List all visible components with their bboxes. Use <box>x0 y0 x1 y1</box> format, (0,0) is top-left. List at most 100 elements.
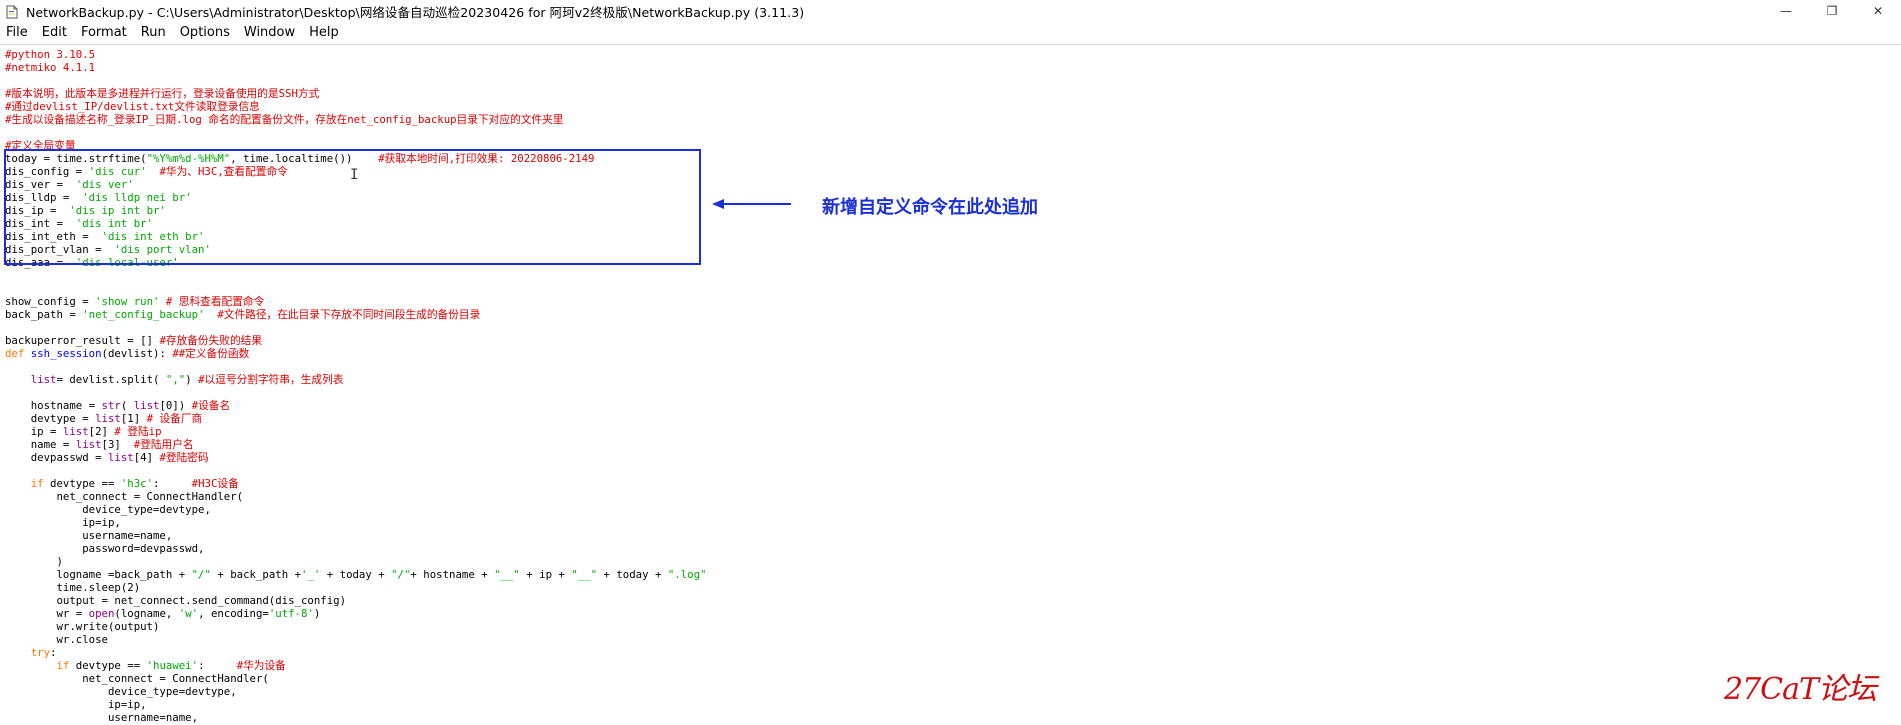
code-token: + today + <box>597 568 668 581</box>
i-beam-cursor-icon: I <box>350 167 359 183</box>
code-token: logname =back_path + <box>5 568 192 581</box>
code-line: device_type=devtype, <box>5 503 211 516</box>
annotation-label: 新增自定义命令在此处追加 <box>822 197 1038 218</box>
code-token: net_connect = ConnectHandler( <box>5 672 269 685</box>
code-token: "/" <box>391 568 411 581</box>
code-token: [4] <box>133 451 160 464</box>
code-token: #存放备份失败的结果 <box>159 334 263 347</box>
code-line: hostname = str( list[0]) #设备名 <box>5 399 230 412</box>
code-token: (devlist): <box>101 347 173 360</box>
code-line: logname =back_path + "/" + back_path +'_… <box>5 568 706 581</box>
python-file-icon <box>5 4 19 19</box>
code-token: # 设备厂商 <box>146 412 203 425</box>
menu-edit[interactable]: Edit <box>35 25 74 40</box>
window-title: NetworkBackup.py - C:\Users\Administrato… <box>26 4 805 20</box>
code-token: [1] <box>120 412 147 425</box>
code-token: '_' <box>301 568 321 581</box>
code-token: # 登陆ip <box>114 425 162 438</box>
code-token: back_path = <box>5 308 83 321</box>
code-token: 'w' <box>178 607 199 620</box>
code-token: + today + <box>320 568 392 581</box>
code-token: : <box>198 659 237 672</box>
code-token: username=name, <box>5 529 173 542</box>
code-token: backuperror_result = [] <box>5 334 160 347</box>
code-token: 'huawei' <box>146 659 199 672</box>
code-token: #python 3.10.5 <box>5 48 96 61</box>
code-line: back_path = 'net_config_backup' #文件路径，在此… <box>5 308 480 321</box>
code-token: #文件路径，在此目录下存放不同时间段生成的备份目录 <box>217 308 481 321</box>
code-line: if devtype == 'h3c': #H3C设备 <box>5 477 239 490</box>
code-editor[interactable]: #python 3.10.5 #netmiko 4.1.1 #版本说明，此版本是多进… <box>5 45 1885 725</box>
code-token: devpasswd = <box>5 451 108 464</box>
code-token: devtype == <box>69 659 147 672</box>
code-token: str <box>101 399 121 412</box>
close-button[interactable]: ✕ <box>1855 0 1901 22</box>
watermark-logo: 27CaT论坛 <box>1724 672 1877 707</box>
code-token: password=devpasswd, <box>5 542 205 555</box>
code-token: #华为设备 <box>236 659 286 672</box>
menu-file[interactable]: File <box>0 25 35 40</box>
code-token: ip = <box>5 425 63 438</box>
code-token: list <box>62 425 89 438</box>
code-line: #生成以设备描述名称_登录IP_日期.log 命名的配置备份文件，存放在net_… <box>5 113 563 126</box>
code-token: username=name, <box>5 711 199 724</box>
code-token: #H3C设备 <box>191 477 239 490</box>
menu-bar: File Edit Format Run Options Window Help <box>0 22 1901 43</box>
code-token: show_config = <box>5 295 96 308</box>
minimize-button[interactable]: — <box>1763 0 1809 22</box>
menu-run[interactable]: Run <box>134 25 173 40</box>
code-token: devtype == <box>43 477 121 490</box>
code-line: #python 3.10.5 <box>5 48 95 61</box>
code-token: ip=ip, <box>5 516 121 529</box>
code-token: ) <box>5 555 63 568</box>
code-line: ip=ip, <box>5 516 121 529</box>
maximize-button[interactable]: ❐ <box>1809 0 1855 22</box>
code-line: time.sleep(2) <box>5 581 140 594</box>
code-token: devtype = <box>5 412 96 425</box>
code-token: #设备名 <box>191 399 231 412</box>
menu-window[interactable]: Window <box>237 25 302 40</box>
code-token: ##定义备份函数 <box>172 347 250 360</box>
code-token: device_type=devtype, <box>5 503 211 516</box>
menu-format[interactable]: Format <box>74 25 134 40</box>
code-line: username=name, <box>5 529 172 542</box>
code-token: time.sleep(2) <box>5 581 141 594</box>
code-token: [2] <box>88 425 115 438</box>
code-token: + back_path + <box>210 568 302 581</box>
code-line: device_type=devtype, <box>5 685 237 698</box>
code-line: ) <box>5 555 63 568</box>
code-token: ( <box>120 399 134 412</box>
code-token: #通过devlist_IP/devlist.txt文件读取登录信息 <box>5 100 260 113</box>
code-token: wr.write(output) <box>5 620 160 633</box>
code-line: wr = open(logname, 'w', encoding='utf-8'… <box>5 607 320 620</box>
code-token: ) <box>185 373 199 386</box>
code-token: try <box>30 646 51 659</box>
code-line: show_config = 'show run' # 思科查看配置命令 <box>5 295 264 308</box>
code-token: + hostname + <box>410 568 495 581</box>
code-token: #登陆用户名 <box>133 438 194 451</box>
code-token: = devlist.split( <box>56 373 166 386</box>
code-token: list <box>95 412 121 425</box>
code-token: #netmiko 4.1.1 <box>5 61 96 74</box>
code-line: #版本说明，此版本是多进程并行运行，登录设备使用的是SSH方式 <box>5 87 319 100</box>
code-line: name = list[3] #登陆用户名 <box>5 438 194 451</box>
code-token: list <box>30 373 57 386</box>
menu-options[interactable]: Options <box>173 25 237 40</box>
code-line: output = net_connect.send_command(dis_co… <box>5 594 346 607</box>
code-token: "/" <box>191 568 211 581</box>
menu-help[interactable]: Help <box>302 25 346 40</box>
code-line: devpasswd = list[4] #登陆密码 <box>5 451 209 464</box>
code-line: try: <box>5 646 57 659</box>
code-token: output = net_connect.send_command(dis_co… <box>5 594 347 607</box>
code-token: list <box>75 438 102 451</box>
code-line: #netmiko 4.1.1 <box>5 61 95 74</box>
title-bar: NetworkBackup.py - C:\Users\Administrato… <box>0 0 1901 22</box>
code-line: username=name, <box>5 711 198 724</box>
code-token: "__" <box>494 568 520 581</box>
code-token: def <box>5 347 25 360</box>
code-token: wr.close <box>5 633 108 646</box>
code-token: + ip + <box>519 568 572 581</box>
